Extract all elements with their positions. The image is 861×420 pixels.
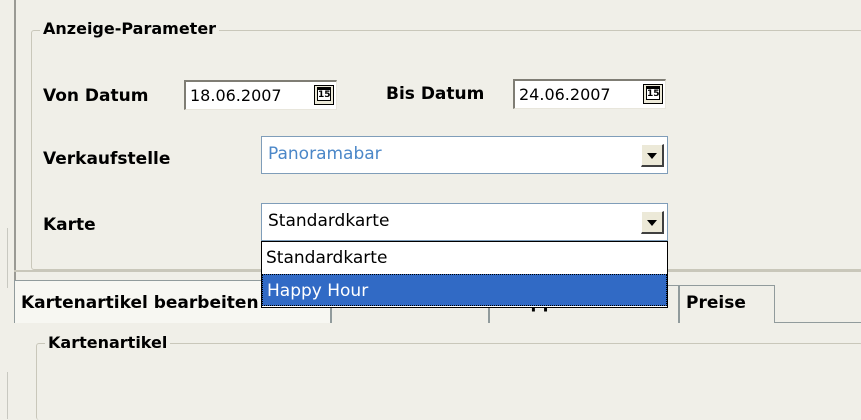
verkaufstelle-value: Panoramabar (268, 144, 382, 164)
bis-datum-field[interactable]: 24.06.2007 15 (513, 79, 666, 109)
kartenartikel-legend: Kartenartikel (45, 334, 171, 352)
karte-label: Karte (43, 215, 96, 235)
verkaufstelle-label: Verkaufstelle (43, 149, 171, 169)
karte-select[interactable]: Standardkarte (261, 203, 668, 241)
bis-datum-calendar-button[interactable]: 15 (643, 84, 663, 104)
von-datum-calendar-button[interactable]: 15 (314, 85, 334, 105)
chevron-down-icon[interactable] (641, 144, 664, 167)
von-datum-label: Von Datum (43, 86, 149, 106)
calendar-icon: 15 (317, 87, 331, 101)
bis-datum-label: Bis Datum (386, 84, 485, 104)
karte-dropdown-list: Standardkarte Happy Hour (261, 241, 668, 308)
dropdown-option[interactable]: Standardkarte (262, 242, 667, 274)
tab-preise[interactable]: Preise (679, 285, 775, 323)
bis-datum-value[interactable]: 24.06.2007 (519, 85, 635, 105)
left-divider-upper (7, 228, 8, 288)
verkaufstelle-select[interactable]: Panoramabar (261, 136, 668, 174)
calendar-icon: 15 (646, 86, 660, 100)
von-datum-value[interactable]: 18.06.2007 (190, 86, 306, 106)
left-divider-lower (7, 372, 8, 419)
von-datum-field[interactable]: 18.06.2007 15 (184, 80, 337, 110)
dropdown-option-selected[interactable]: Happy Hour (262, 274, 667, 306)
chevron-down-icon[interactable] (641, 211, 664, 234)
karte-value: Standardkarte (268, 211, 390, 231)
display-params-legend: Anzeige-Parameter (40, 20, 220, 38)
kartenartikel-group (36, 343, 861, 420)
